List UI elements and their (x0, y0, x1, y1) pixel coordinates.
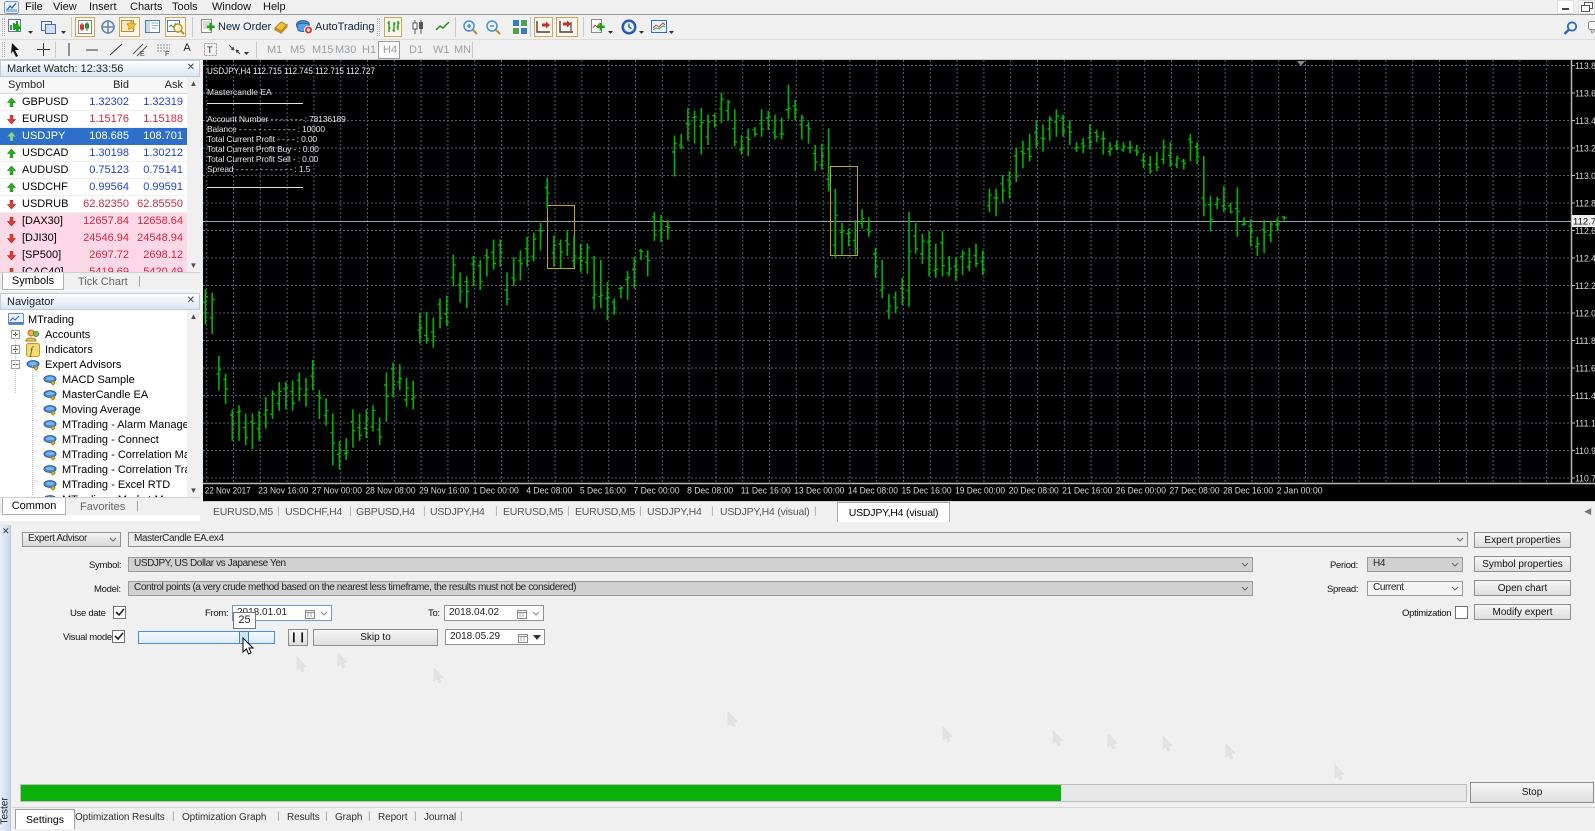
svg-text:113.6: 113.6 (1575, 89, 1595, 100)
svg-text:19 Dec 00:00: 19 Dec 00:00 (955, 486, 1005, 496)
svg-text:113.0: 113.0 (1575, 171, 1595, 182)
svg-text:29 Nov 16:00: 29 Nov 16:00 (419, 486, 469, 496)
svg-text:11 Dec 16:00: 11 Dec 16:00 (741, 486, 791, 496)
svg-text:112.7: 112.7 (1573, 217, 1595, 228)
svg-text:15 Dec 16:00: 15 Dec 16:00 (902, 486, 952, 496)
svg-text:20 Dec 08:00: 20 Dec 08:00 (1009, 486, 1059, 496)
svg-text:112.4: 112.4 (1575, 254, 1595, 265)
svg-text:Balance - - - - - - - - - - -: Balance - - - - - - - - - - - - : 10000 (207, 124, 325, 134)
svg-text:111.4: 111.4 (1575, 391, 1595, 402)
svg-text:112.8: 112.8 (1575, 199, 1595, 210)
svg-text:113.4: 113.4 (1575, 116, 1595, 127)
svg-text:111.8: 111.8 (1575, 336, 1595, 347)
svg-text:Account Number - - - - - - - :: Account Number - - - - - - - : 78136189 (207, 114, 346, 124)
svg-text:5 Dec 16:00: 5 Dec 16:00 (580, 486, 626, 496)
svg-text:110.9: 110.9 (1575, 446, 1595, 457)
svg-text:4 Dec 08:00: 4 Dec 08:00 (526, 486, 572, 496)
svg-text:14 Dec 08:00: 14 Dec 08:00 (848, 486, 898, 496)
svg-text:USDJPY,H4 112.715 112.745 112: USDJPY,H4 112.715 112.745 112.715 112.72… (207, 66, 375, 76)
svg-text:F: F (165, 51, 169, 57)
svg-text:27 Nov 00:00: 27 Nov 00:00 (312, 486, 362, 496)
svg-text:2 Jan 00:00: 2 Jan 00:00 (1277, 486, 1323, 496)
svg-text:22 Nov 2017: 22 Nov 2017 (205, 486, 251, 496)
svg-text:23 Nov 16:00: 23 Nov 16:00 (258, 486, 308, 496)
svg-text:28 Nov 08:00: 28 Nov 08:00 (366, 486, 416, 496)
svg-text:112.0: 112.0 (1575, 309, 1595, 320)
svg-text:Total Current Profit - - - - :: Total Current Profit - - - - : 0.00 (207, 134, 317, 144)
svg-text:Spread - - - - - - - - - - - -: Spread - - - - - - - - - - - - : 1.5 (207, 164, 311, 174)
svg-text:E: E (140, 51, 145, 57)
svg-text:1 Dec 00:00: 1 Dec 00:00 (473, 486, 519, 496)
svg-text:111.6: 111.6 (1575, 364, 1595, 375)
svg-text:112.2: 112.2 (1575, 281, 1595, 292)
svg-text:Mastercandle EA: Mastercandle EA (207, 87, 272, 97)
svg-text:26 Dec 00:00: 26 Dec 00:00 (1116, 486, 1166, 496)
svg-text:28 Dec 16:00: 28 Dec 16:00 (1223, 486, 1273, 496)
svg-text:21 Dec 16:00: 21 Dec 16:00 (1062, 486, 1112, 496)
svg-text:7 Dec 00:00: 7 Dec 00:00 (634, 486, 680, 496)
svg-text:111.1: 111.1 (1575, 419, 1595, 430)
svg-text:113.2: 113.2 (1575, 144, 1595, 155)
svg-text:112.6: 112.6 (1575, 226, 1595, 237)
svg-text:27 Dec 08:00: 27 Dec 08:00 (1170, 486, 1220, 496)
svg-text:8 Dec 08:00: 8 Dec 08:00 (687, 486, 733, 496)
svg-text:Total Current Profit Buy - : 0: Total Current Profit Buy - : 0.00 (207, 144, 319, 154)
svg-text:T: T (207, 45, 213, 55)
svg-text:Total Current Profit Sell - :: Total Current Profit Sell - : 0.00 (207, 154, 319, 164)
svg-text:110.7: 110.7 (1575, 474, 1595, 485)
svg-text:13 Dec 00:00: 13 Dec 00:00 (794, 486, 844, 496)
svg-text:113.8: 113.8 (1575, 61, 1595, 72)
